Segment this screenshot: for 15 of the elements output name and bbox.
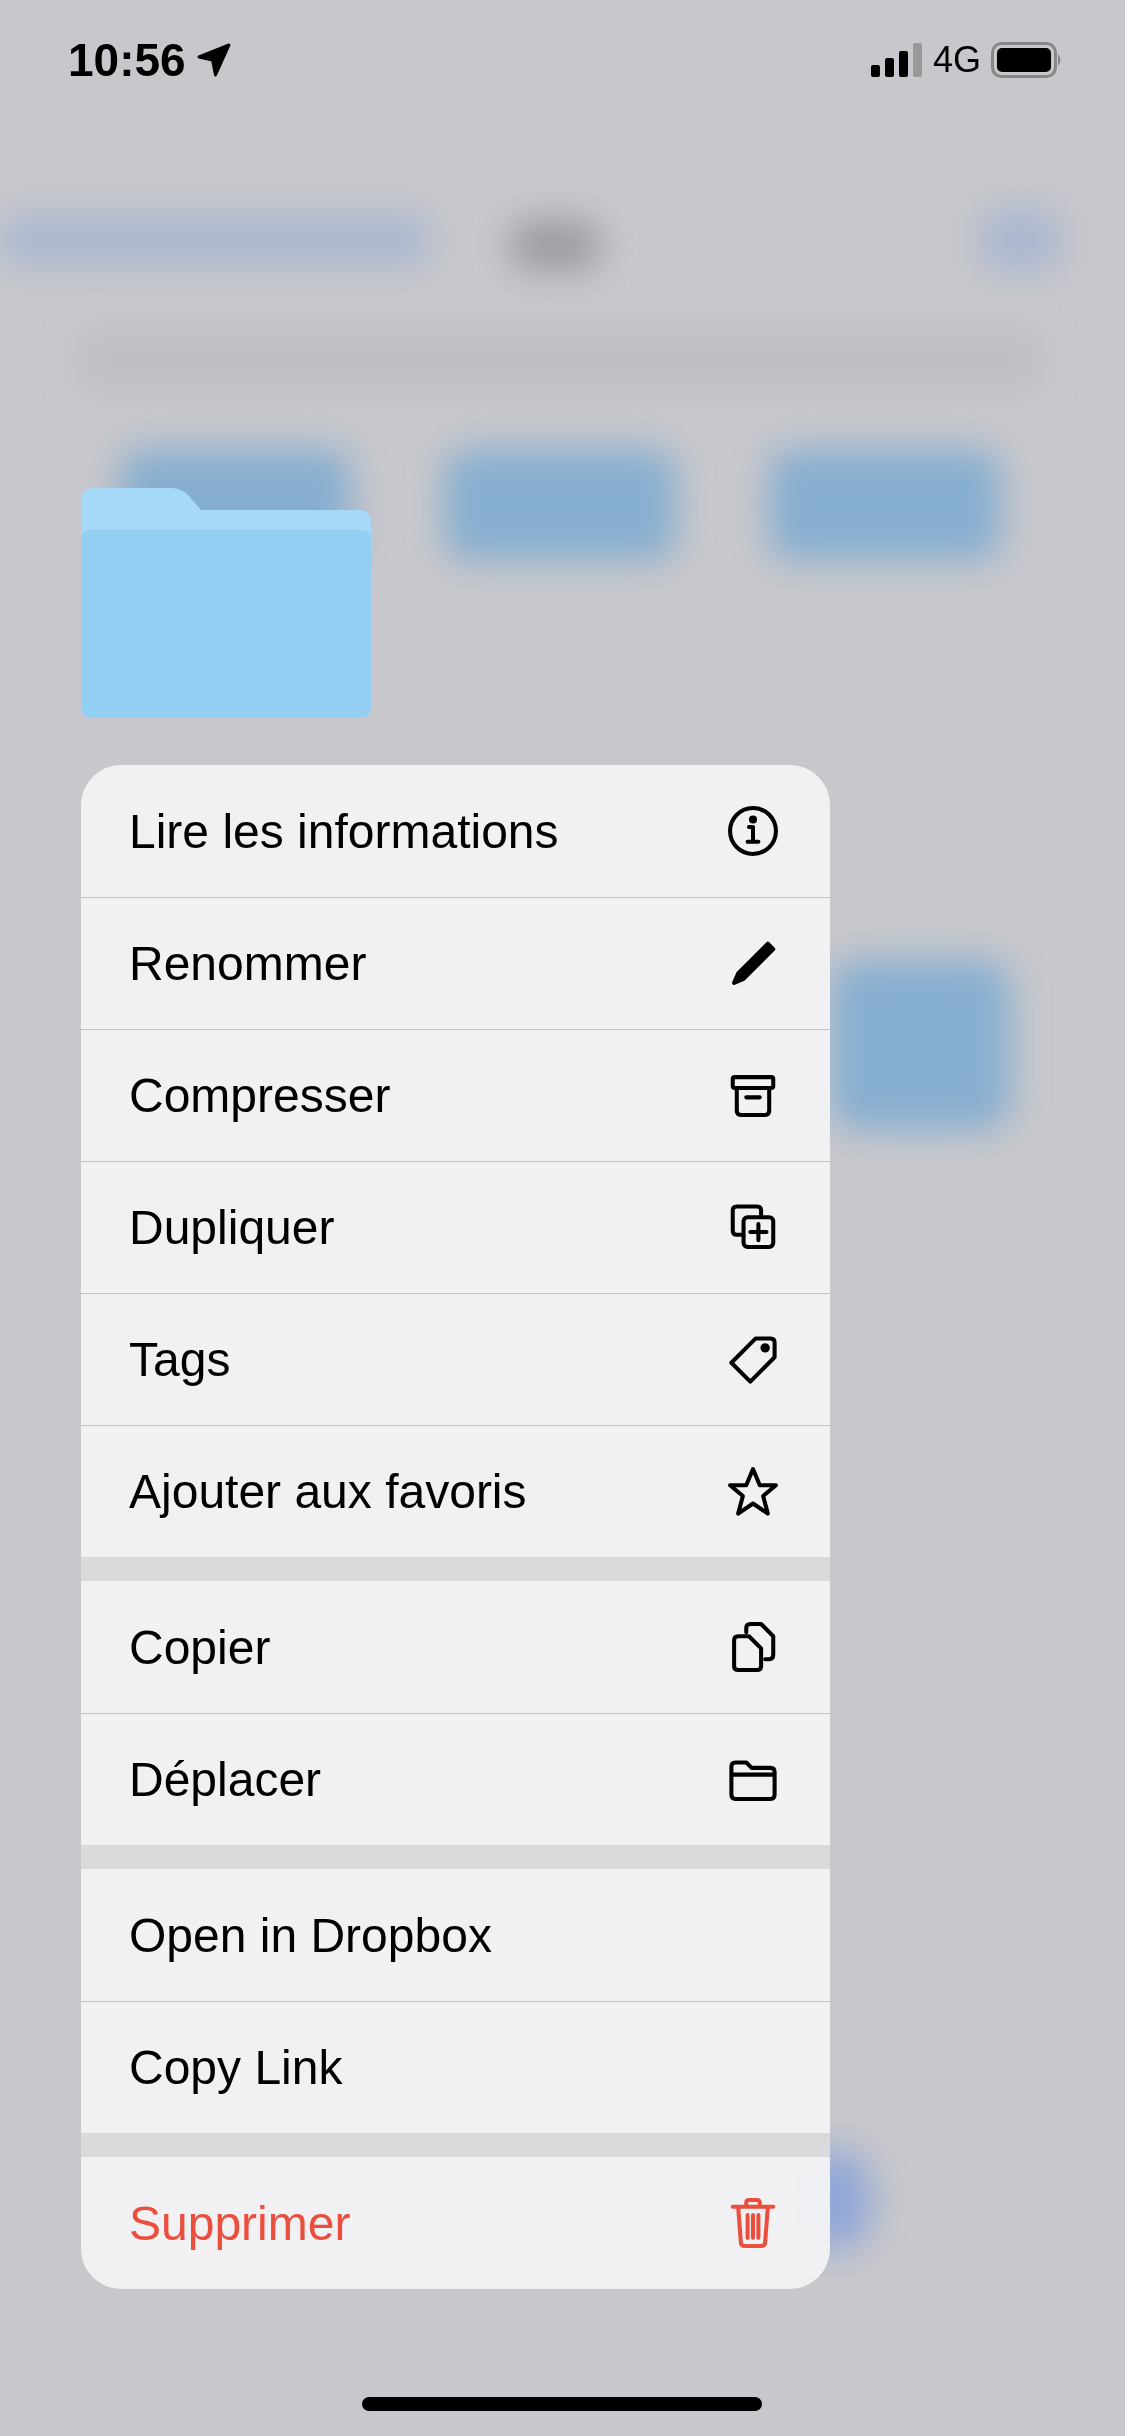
status-time: 10:56	[68, 33, 186, 87]
menu-item[interactable]: Compresser	[81, 1029, 830, 1161]
star-icon	[726, 1464, 780, 1519]
network-type: 4G	[932, 39, 981, 81]
menu-item[interactable]: Dupliquer	[81, 1161, 830, 1293]
info-icon	[726, 804, 780, 858]
battery-icon	[991, 42, 1063, 78]
menu-item[interactable]: Open in Dropbox	[81, 1869, 830, 2001]
menu-item[interactable]: Copier	[81, 1581, 830, 1713]
location-arrow-icon	[195, 42, 232, 78]
menu-item[interactable]: Lire les informations	[81, 765, 830, 897]
folder-icon	[81, 488, 371, 718]
menu-item[interactable]: Renommer	[81, 897, 830, 1029]
signal-icon	[870, 43, 923, 77]
menu-item[interactable]: Tags	[81, 1293, 830, 1425]
